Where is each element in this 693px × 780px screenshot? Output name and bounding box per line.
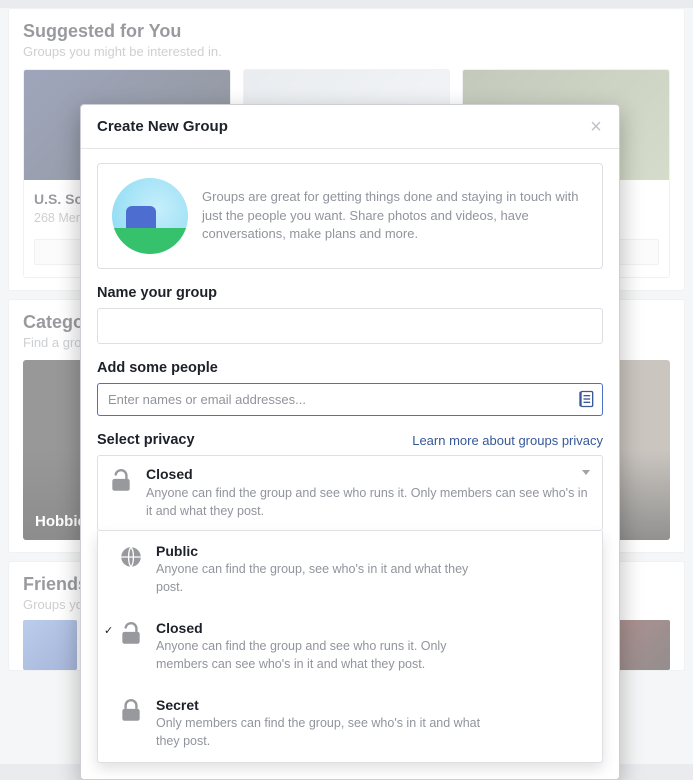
intro-text: Groups are great for getting things done… <box>202 188 588 245</box>
privacy-option-closed[interactable]: ✓ Closed Anyone can find the group and s… <box>98 608 602 685</box>
option-title: Closed <box>156 620 496 636</box>
option-desc: Anyone can find the group, see who's in … <box>156 561 496 596</box>
name-label: Name your group <box>97 285 603 301</box>
add-people-input[interactable] <box>97 383 603 416</box>
lock-open-icon <box>118 621 144 647</box>
privacy-option-public[interactable]: Public Anyone can find the group, see wh… <box>98 531 602 608</box>
option-desc: Anyone can find the group and see who ru… <box>156 638 496 673</box>
intro-illustration <box>112 178 188 254</box>
contacts-icon[interactable] <box>576 389 596 409</box>
close-icon[interactable]: × <box>589 120 603 134</box>
privacy-dropdown: Public Anyone can find the group, see wh… <box>97 531 603 763</box>
option-title: Secret <box>156 697 496 713</box>
privacy-option-secret[interactable]: Secret Only members can find the group, … <box>98 685 602 762</box>
privacy-select[interactable]: Closed Anyone can find the group and see… <box>97 455 603 531</box>
selected-privacy-desc: Anyone can find the group and see who ru… <box>146 485 590 520</box>
modal-header: Create New Group × <box>81 105 619 149</box>
lock-icon <box>118 698 144 724</box>
create-group-modal: Create New Group × Groups are great for … <box>80 104 620 780</box>
people-label: Add some people <box>97 360 603 376</box>
option-title: Public <box>156 543 496 559</box>
learn-more-link[interactable]: Learn more about groups privacy <box>412 433 603 448</box>
selected-privacy-title: Closed <box>146 466 590 482</box>
intro-box: Groups are great for getting things done… <box>97 163 603 269</box>
privacy-label: Select privacy <box>97 432 195 448</box>
globe-icon <box>118 544 144 570</box>
group-name-input[interactable] <box>97 308 603 344</box>
modal-title: Create New Group <box>97 118 228 135</box>
check-icon: ✓ <box>104 624 113 637</box>
chevron-down-icon <box>582 470 590 475</box>
lock-open-icon <box>108 468 134 494</box>
option-desc: Only members can find the group, see who… <box>156 715 496 750</box>
